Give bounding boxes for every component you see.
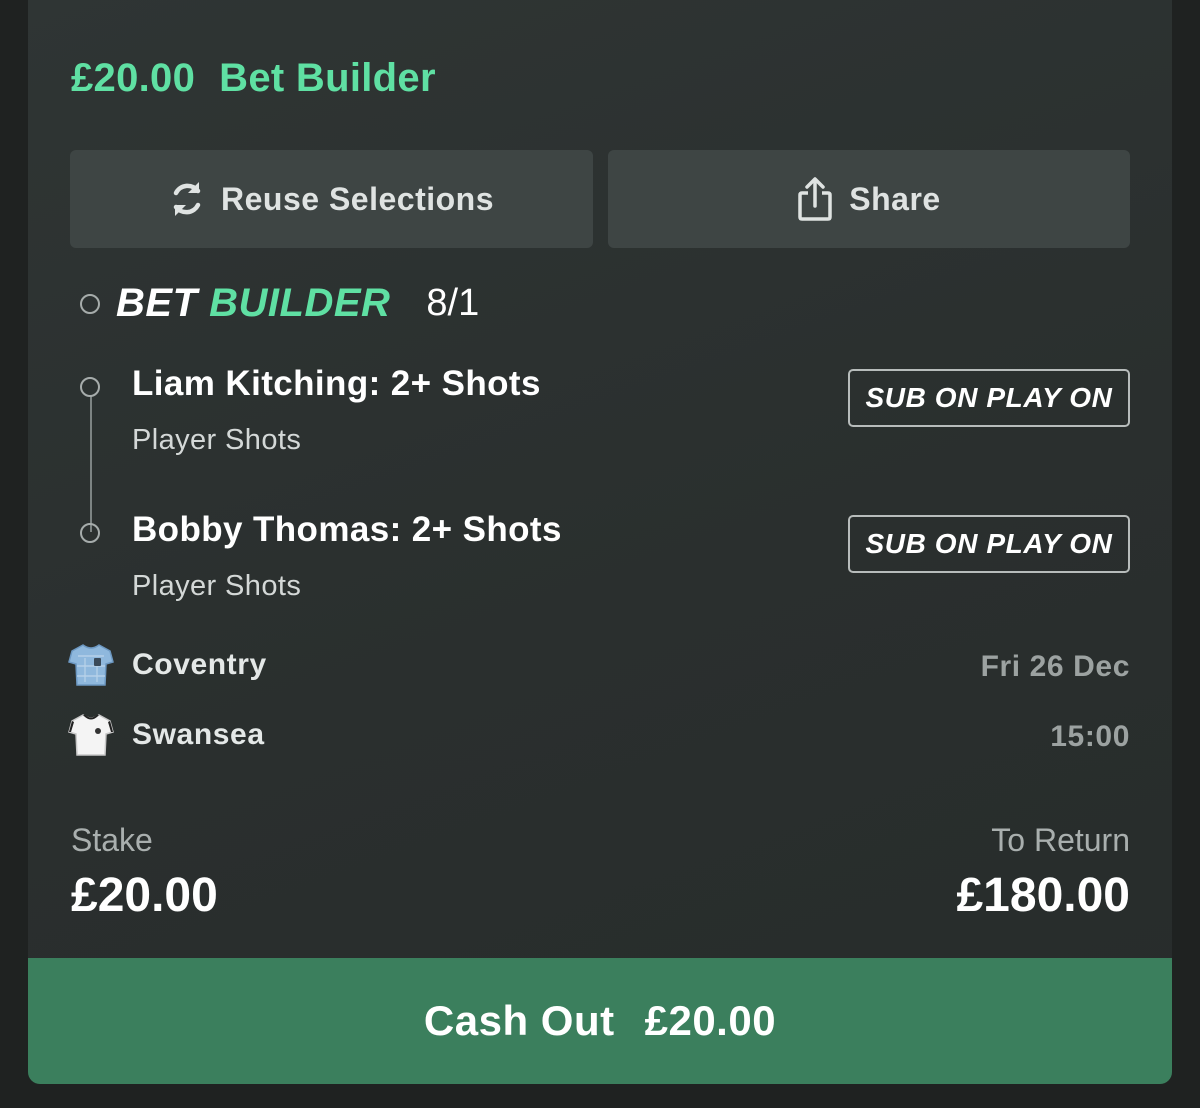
selection-dot-icon [80,377,100,397]
selection-market: Player Shots [132,424,302,456]
bet-builder-odds: 8/1 [426,282,480,324]
share-button[interactable]: Share [608,150,1130,248]
to-return-value: £180.00 [956,869,1130,922]
sub-on-play-on-badge: SUB ON PLAY ON [848,369,1130,427]
bet-builder-title: BET BUILDER [116,281,390,326]
selection-title: Bobby Thomas: 2+ Shots [132,510,562,549]
bet-card: £20.00 Bet Builder Reuse Selections Share… [28,0,1172,1084]
stake-label: Stake [71,822,153,858]
bet-builder-row: BET BUILDER 8/1 [80,281,479,326]
selection-dot-icon [80,523,100,543]
selection-connector-line [90,396,92,532]
home-team-name: Coventry [132,648,267,681]
bet-header: £20.00 Bet Builder [71,56,436,101]
refresh-icon [169,179,205,219]
selection-title: Liam Kitching: 2+ Shots [132,364,541,403]
away-team-row: Swansea [68,712,265,758]
coventry-shirt-icon [68,642,114,688]
bet-builder-dot-icon [80,293,100,314]
reuse-selections-button[interactable]: Reuse Selections [70,150,593,248]
share-icon [797,177,833,221]
cash-out-label: Cash Out [423,997,615,1044]
stake-value: £20.00 [71,869,218,922]
selection-market: Player Shots [132,570,302,602]
sub-on-play-on-badge: SUB ON PLAY ON [848,515,1130,573]
header-amount: £20.00 [71,56,196,100]
cash-out-button[interactable]: Cash Out £20.00 [28,958,1172,1084]
cash-out-amount: £20.00 [644,997,777,1044]
home-team-row: Coventry [68,642,267,688]
share-label: Share [849,180,941,217]
event-time: 15:00 [1050,720,1130,753]
to-return-label: To Return [991,822,1130,858]
header-title: Bet Builder [219,56,436,100]
bet-builder-title-word2: BUILDER [209,281,391,325]
reuse-selections-label: Reuse Selections [221,180,494,217]
event-date: Fri 26 Dec [980,650,1130,683]
bet-builder-title-word1: BET [116,281,198,325]
away-team-name: Swansea [132,718,265,751]
swansea-shirt-icon [68,712,114,758]
